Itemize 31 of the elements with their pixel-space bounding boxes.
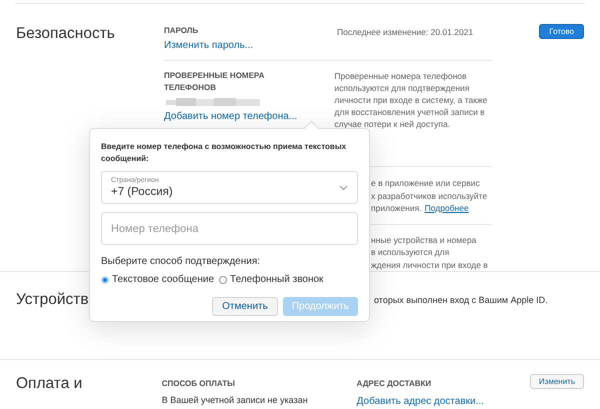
method-label: Выберите способ подтверждения: bbox=[101, 255, 260, 269]
field-label: АДРЕС ДОСТАВКИ bbox=[356, 378, 432, 390]
description-line: приложения. bbox=[371, 202, 422, 214]
more-link[interactable]: Подробнее bbox=[424, 202, 469, 214]
popover-heading: Введите номер телефона с возможностью приема текстовых сообщений: bbox=[101, 141, 348, 165]
payment-method-text: В Вашей учетной записи не указан bbox=[162, 394, 308, 407]
description-line: нные устройства и номера bbox=[371, 234, 476, 246]
field-label: ПРОВЕРЕННЫЕ НОМЕРА ТЕЛЕФОНОВ bbox=[164, 70, 266, 94]
edit-button[interactable]: Изменить bbox=[530, 374, 584, 389]
devices-description: оторых выполнен вход с Вашим Apple ID. bbox=[374, 294, 548, 307]
field-label: ПАРОЛЬ bbox=[164, 26, 198, 36]
cancel-button[interactable]: Отменить bbox=[212, 297, 278, 316]
done-button[interactable]: Готово bbox=[539, 24, 584, 39]
description-line: х разработчиков используйте bbox=[371, 190, 488, 202]
description-line: ждения личности при входе в bbox=[371, 258, 488, 271]
change-password-link[interactable]: Изменить пароль... bbox=[164, 39, 254, 52]
section-title: Устройств bbox=[16, 290, 89, 310]
method-radio[interactable]: Телефонный звонок bbox=[219, 272, 324, 287]
phone-input-field[interactable]: Номер телефона bbox=[101, 212, 358, 245]
phones-description: Проверенные номера телефонов используются для подтверждения личности при входе в систему, а также для восстановления учетной записи в случае потери к ней доступа. bbox=[334, 70, 488, 130]
chevron-down-icon bbox=[339, 184, 348, 190]
add-phone-link[interactable]: Добавить номер телефона... bbox=[164, 110, 298, 123]
section-title: Безопасность bbox=[16, 24, 115, 44]
field-label: СПОСОБ ОПЛАТЫ bbox=[162, 378, 235, 390]
section-title: Оплата и bbox=[16, 374, 82, 394]
add-address-link[interactable]: Добавить адрес доставки... bbox=[356, 394, 484, 409]
select-value: +7 (Россия) bbox=[111, 185, 173, 199]
last-changed-text: Последнее изменение: 20.01.2021 bbox=[337, 26, 474, 39]
description-line: в используются для bbox=[371, 246, 450, 258]
method-radio[interactable]: Текстовое сообщение bbox=[101, 272, 214, 287]
description-line: е в приложение или сервис bbox=[371, 177, 480, 190]
